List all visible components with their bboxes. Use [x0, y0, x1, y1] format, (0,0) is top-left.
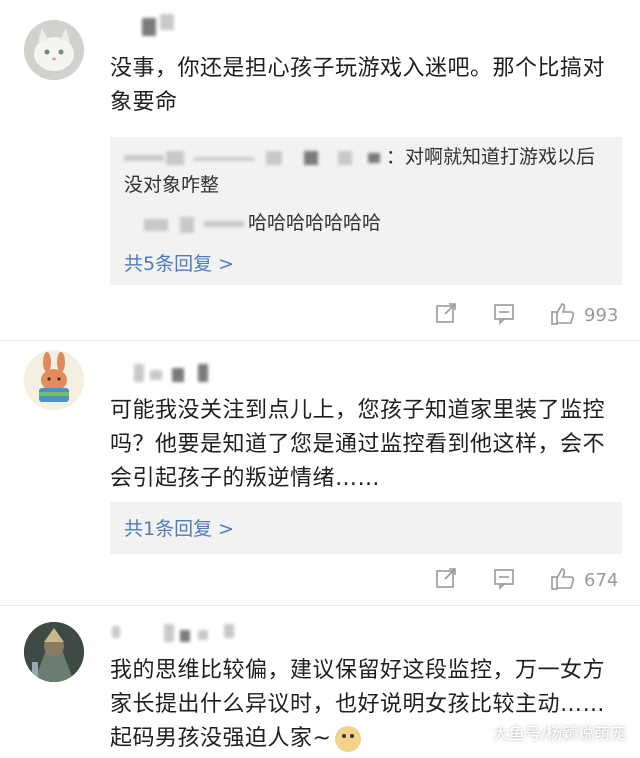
like-count: 993 [584, 305, 619, 326]
reply-username-redacted[interactable] [124, 149, 386, 167]
divider [0, 605, 640, 606]
reply-username-redacted[interactable] [124, 215, 248, 233]
username-redacted[interactable] [112, 622, 234, 644]
share-icon[interactable] [434, 301, 458, 331]
comment-text: 没事，你还是担心孩子玩游戏入迷吧。那个比搞对象要命 [110, 56, 606, 115]
action-bar: 993 [0, 295, 640, 335]
comment-icon[interactable] [492, 301, 516, 331]
avatar-rabbit[interactable] [24, 350, 84, 410]
action-bar: 674 [0, 560, 640, 600]
reply-box: ：对啊就知道打游戏以后没对象咋整 哈哈哈哈哈哈哈 共5条回复 > [110, 137, 622, 285]
divider [0, 340, 640, 341]
cat-avatar-image [24, 20, 84, 80]
comment-text: 可能我没关注到点儿上，您孩子知道家里装了监控吗？他要是知道了您是通过监控看到他这… [110, 398, 606, 491]
share-icon[interactable] [434, 566, 458, 596]
avatar-warrior[interactable] [24, 622, 84, 682]
like-count: 674 [584, 570, 619, 591]
reply-box: 共1条回复 > [110, 502, 622, 554]
comment-icon[interactable] [492, 566, 516, 596]
dog-face-emoji-icon [335, 726, 362, 752]
thumbs-up-icon[interactable] [550, 566, 576, 598]
watermark: 大鱼号/杨颖说萌宠 [492, 724, 626, 743]
username-redacted[interactable] [112, 362, 232, 384]
thumbs-up-icon[interactable] [550, 301, 576, 333]
rabbit-avatar-image [24, 350, 84, 410]
warrior-avatar-image [24, 622, 84, 682]
more-replies-link[interactable]: 共5条回复 > [124, 249, 234, 276]
reply-2[interactable]: 哈哈哈哈哈哈哈 [124, 209, 381, 237]
reply-1[interactable]: ：对啊就知道打游戏以后没对象咋整 [124, 143, 604, 199]
avatar-cat[interactable] [24, 20, 84, 80]
more-replies-link[interactable]: 共1条回复 > [124, 514, 234, 541]
username-redacted[interactable] [112, 14, 232, 36]
reply-2-text: 哈哈哈哈哈哈哈 [248, 212, 382, 234]
